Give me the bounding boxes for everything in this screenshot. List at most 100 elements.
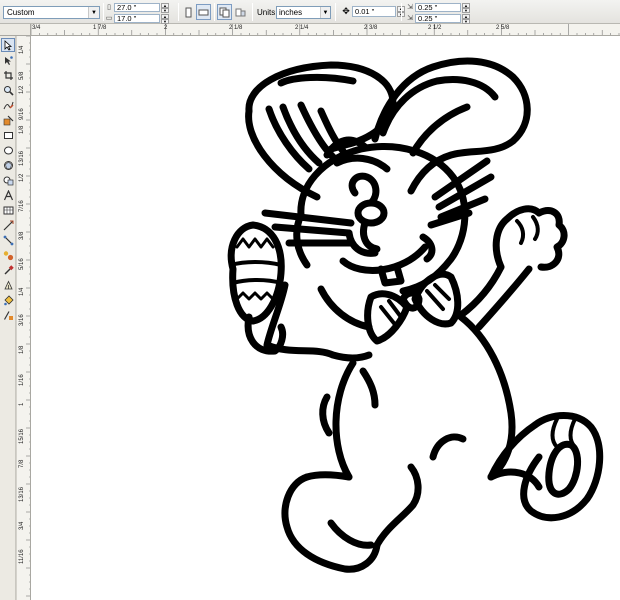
polygon-tool-button[interactable]: [1, 158, 15, 172]
connector-tool-icon: [3, 235, 13, 245]
h-ruler-label: 1 7/8: [93, 25, 107, 31]
blend-tool-button[interactable]: [1, 248, 15, 262]
crop-tool-button[interactable]: [1, 68, 15, 82]
outline-tool-button[interactable]: [1, 278, 15, 292]
fill-tool-button[interactable]: [1, 293, 15, 307]
easter-bunny-artwork[interactable]: [31, 37, 620, 600]
bunny-left-shin: [373, 463, 422, 549]
landscape-orientation-button[interactable]: [196, 4, 211, 20]
bunny-nose: [354, 199, 388, 227]
duplicate-y-field[interactable]: 0.25 ": [415, 13, 461, 23]
bunny-whisker: [271, 223, 353, 237]
basic-shapes-tool-icon: [3, 176, 13, 185]
zoom-tool-button[interactable]: [1, 83, 15, 97]
eyedropper-tool-button[interactable]: [1, 263, 15, 277]
units-label: Units:: [257, 8, 278, 17]
nudge-distance-control: ✥ 0.01 " ▲▼: [340, 6, 405, 17]
paper-type-dropdown[interactable]: Custom ▼: [3, 6, 100, 19]
page-width-icon: ▯: [107, 3, 111, 11]
bunny-finger: [531, 215, 540, 241]
vertical-ruler[interactable]: 1/4 5/8 1/2 9/16 1/8 13/16 1/2 7/16 3/8 …: [16, 36, 31, 600]
bunny-right-toe: [550, 417, 559, 449]
v-ruler-label: 1/2: [19, 85, 25, 94]
page-width-spinner[interactable]: ▲ ▼: [161, 2, 169, 13]
v-ruler-label: 1/16: [19, 374, 25, 386]
page-height-spinner[interactable]: ▲ ▼: [161, 13, 169, 24]
portrait-icon: [185, 7, 192, 17]
bunny-belly: [359, 367, 379, 409]
eyedropper-icon: [4, 264, 14, 274]
nudge-icon: ✥: [342, 6, 350, 16]
table-tool-button[interactable]: [1, 203, 15, 217]
horizontal-ruler-ticks: [31, 24, 620, 35]
freehand-tool-icon: [3, 101, 14, 109]
text-tool-button[interactable]: [1, 188, 15, 202]
connector-tool-button[interactable]: [1, 233, 15, 247]
table-tool-icon: [3, 206, 13, 214]
freehand-tool-button[interactable]: [1, 98, 15, 112]
easter-egg-zigzag: [235, 291, 275, 301]
duplicate-x-spinner[interactable]: ▲ ▼: [462, 2, 470, 13]
drawing-canvas[interactable]: [31, 37, 620, 600]
ellipse-tool-button[interactable]: [1, 143, 15, 157]
v-ruler-label: 7/8: [19, 459, 25, 468]
v-ruler-label: 1/8: [19, 125, 25, 134]
v-ruler-label: 1/2: [19, 173, 25, 182]
toolbar-separator: [214, 3, 215, 21]
bunny-right-foot: [520, 412, 604, 522]
horizontal-ruler[interactable]: 3/4 1 7/8 2 2 1/8 2 1/4 2 3/8 2 1/2 2 5/…: [31, 24, 620, 36]
bunny-bow-knot: [399, 289, 423, 312]
bunny-right-ear-fold: [409, 103, 471, 157]
outline-pen-icon: [3, 280, 13, 289]
page-height-field[interactable]: 17.0 ": [114, 13, 160, 23]
bunny-right-arm-outer: [475, 265, 533, 331]
v-ruler-label: 3/8: [19, 231, 25, 240]
all-pages-size-button[interactable]: [217, 4, 232, 20]
h-ruler-label: 2: [164, 25, 168, 31]
v-ruler-label: 1: [19, 402, 25, 406]
nudge-distance-field[interactable]: 0.01 ": [352, 6, 396, 17]
shape-tool-icon: [4, 55, 13, 65]
h-ruler-label: 2 1/4: [295, 25, 309, 31]
text-tool-icon: [3, 189, 13, 200]
toolbox: [0, 36, 16, 600]
ruler-origin-corner[interactable]: [0, 24, 31, 36]
bunny-eye-brow: [333, 154, 391, 173]
smart-fill-tool-icon: [3, 115, 13, 125]
dimension-tool-button[interactable]: [1, 218, 15, 232]
interactive-fill-tool-button[interactable]: [1, 308, 15, 322]
v-ruler-label: 5/16: [19, 258, 25, 270]
h-ruler-label: 3/4: [32, 25, 41, 31]
shape-tool-button[interactable]: [1, 53, 15, 67]
basic-shapes-tool-button[interactable]: [1, 173, 15, 187]
bunny-nose-bridge: [360, 219, 381, 253]
duplicate-y-icon: ⇲: [407, 14, 413, 22]
current-page-size-button[interactable]: [233, 4, 248, 20]
chevron-down-icon[interactable]: ▼: [88, 7, 99, 18]
duplicate-y-spinner[interactable]: ▲ ▼: [462, 13, 470, 24]
toolbar-separator: [178, 3, 179, 21]
v-ruler-label: 15/16: [19, 428, 25, 444]
v-ruler-label: 7/16: [19, 200, 25, 212]
v-ruler-label: 1/4: [19, 287, 25, 296]
portrait-orientation-button[interactable]: [181, 4, 196, 20]
bunny-right-foot-pad: [545, 440, 581, 498]
bunny-left-knee: [319, 393, 333, 437]
rectangle-tool-icon: [3, 131, 13, 139]
bunny-hat-band: [277, 73, 357, 87]
smart-fill-tool-button[interactable]: [1, 113, 15, 127]
pick-tool-button[interactable]: [1, 38, 15, 52]
bunny-whisker: [261, 209, 355, 227]
page-width-field[interactable]: 27.0 ": [114, 2, 160, 12]
toolbar-separator: [335, 3, 336, 21]
duplicate-x-icon: ⇲: [407, 3, 413, 11]
bunny-left-leg: [303, 471, 353, 481]
duplicate-x-field[interactable]: 0.25 ": [415, 2, 461, 12]
units-dropdown[interactable]: inches ▼: [276, 6, 331, 19]
v-ruler-label: 3/4: [19, 521, 25, 530]
chevron-down-icon[interactable]: ▼: [320, 7, 330, 18]
units-value: inches: [279, 8, 303, 17]
dimension-tool-icon: [3, 220, 13, 230]
bunny-left-foot-inner: [327, 519, 375, 549]
rectangle-tool-button[interactable]: [1, 128, 15, 142]
